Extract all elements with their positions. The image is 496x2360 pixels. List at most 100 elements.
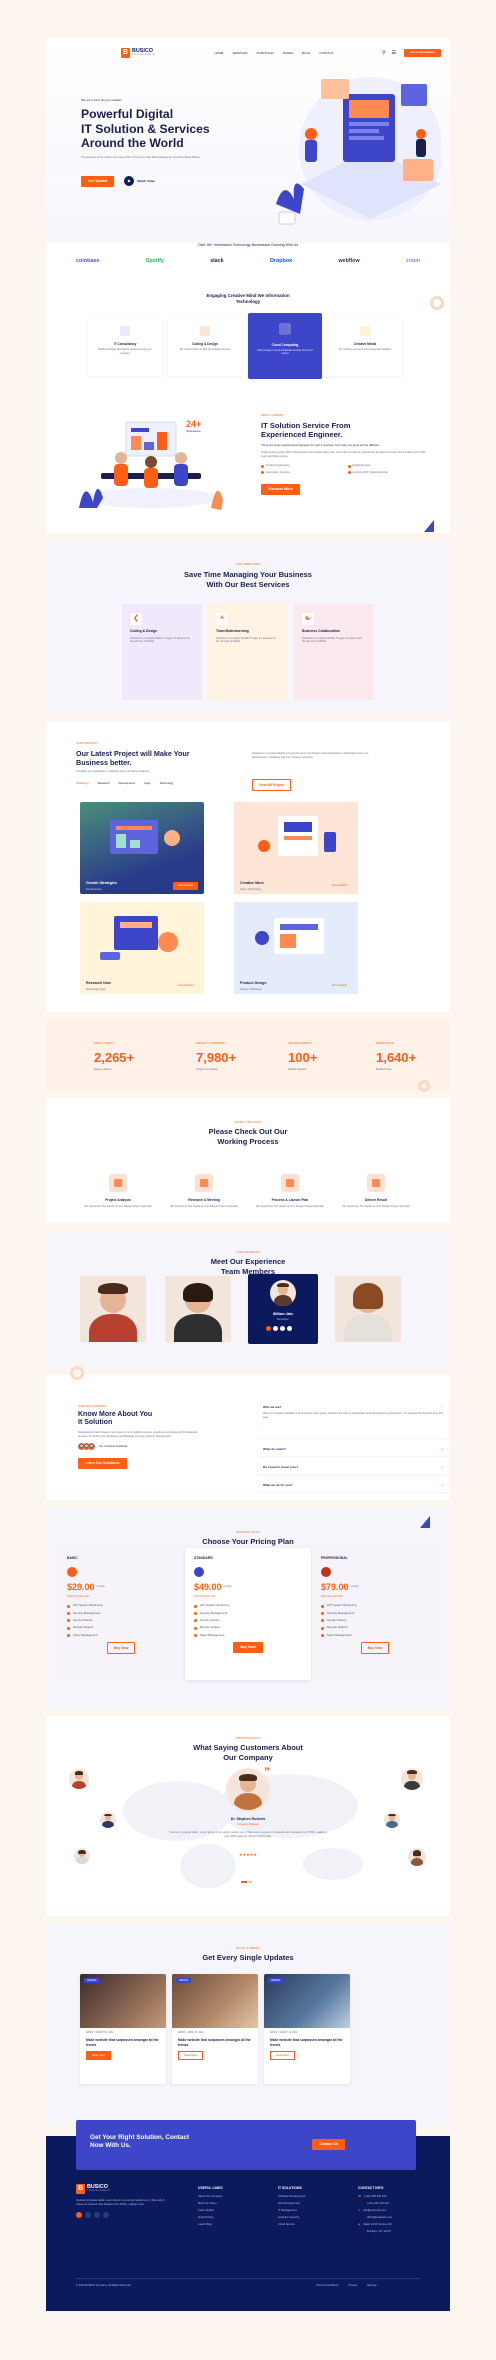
play-icon[interactable]: ▶ bbox=[124, 176, 135, 187]
carousel-dot[interactable] bbox=[249, 1881, 252, 1883]
footer-link[interactable]: Meet Our Team bbox=[198, 2202, 223, 2206]
read-more-button[interactable]: Read More bbox=[178, 2050, 203, 2061]
team-member-4[interactable] bbox=[333, 1276, 403, 1344]
facebook-icon[interactable] bbox=[266, 1326, 271, 1331]
process-step-text: We Customize The Needs of Your Design Pr… bbox=[256, 1205, 324, 1209]
service-card-brainstorming[interactable]: ☀ Team Brainstorming Solutions is comple… bbox=[208, 604, 288, 700]
twitter-icon[interactable] bbox=[85, 2212, 91, 2218]
blog-image: DESIGN bbox=[264, 1974, 350, 2028]
footer-logo-name: BUSICO bbox=[87, 2184, 108, 2191]
nav-portfolio[interactable]: PORTFOLIO bbox=[257, 51, 274, 55]
nav-home[interactable]: HOME bbox=[214, 51, 223, 55]
filter-all-design[interactable]: All Design bbox=[76, 781, 89, 786]
sitemap-link[interactable]: Sitemap bbox=[367, 2284, 377, 2288]
about-list: Product Engineering Digital Services Aut… bbox=[261, 464, 431, 475]
filter-technology[interactable]: Technology bbox=[159, 781, 173, 786]
buy-professional-button[interactable]: Buy Now bbox=[360, 1642, 390, 1655]
blog-card[interactable]: DESIGN ADMIN · APRIL 03, 2022 Make websi… bbox=[172, 1974, 258, 2084]
customer-avatar[interactable] bbox=[100, 1812, 116, 1828]
linkedin-icon[interactable] bbox=[280, 1326, 285, 1331]
consultation-button[interactable]: Get a Consultation bbox=[404, 48, 441, 58]
contact-us-button[interactable]: Contact Us bbox=[312, 2139, 345, 2150]
project-card-product[interactable]: Product Design Design / Marketing View D… bbox=[234, 902, 358, 994]
carousel-dot[interactable] bbox=[241, 1881, 247, 1883]
footer-email-2: office@example.com bbox=[367, 2216, 393, 2220]
nav-services[interactable]: SERVICES bbox=[232, 51, 247, 55]
facebook-icon[interactable] bbox=[76, 2212, 82, 2218]
process-kicker: WORK PROCESS bbox=[234, 1120, 262, 1124]
service-card-collaboration[interactable]: ☯ Business Collaboration Solutions to co… bbox=[294, 604, 374, 700]
footer-logo[interactable]: B BUSICO IT SOLUTION & TECHNOLOGY bbox=[76, 2184, 166, 2194]
team-member-1[interactable] bbox=[78, 1276, 148, 1344]
expand-icon[interactable]: + bbox=[441, 1447, 443, 1451]
watch-video-link[interactable]: Watch Video bbox=[137, 179, 155, 183]
instagram-icon[interactable] bbox=[103, 2212, 109, 2218]
project-details-button[interactable]: View Details bbox=[327, 982, 352, 990]
twitter-icon[interactable] bbox=[273, 1326, 278, 1331]
customer-avatar[interactable] bbox=[384, 1812, 400, 1828]
logo[interactable]: B BUSICO IT SOLUTION & TECHNOLOGY bbox=[121, 48, 155, 58]
terms-link[interactable]: Terms & Conditions bbox=[316, 2284, 339, 2288]
footer-link[interactable]: Web Development bbox=[278, 2202, 305, 2206]
faq-item-open[interactable]: Who we are? − When an Tinplate profitabl… bbox=[258, 1400, 448, 1438]
footer-link[interactable]: IT Management bbox=[278, 2209, 305, 2213]
logo-tagline: IT SOLUTION & TECHNOLOGY bbox=[132, 54, 156, 56]
expand-icon[interactable]: + bbox=[441, 1465, 443, 1469]
blog-card[interactable]: DESIGN ADMIN · MARCH 11, 2022 Make websi… bbox=[264, 1974, 350, 2084]
learn-solutions-button[interactable]: Learn Our Solutions bbox=[78, 1458, 127, 1470]
nav-blog[interactable]: BLOG bbox=[302, 51, 310, 55]
team-member-featured[interactable]: William Jake Developer bbox=[248, 1274, 318, 1344]
feature-card-cloud[interactable]: Cloud Computing Data manager to track a … bbox=[248, 313, 322, 379]
footer-link[interactable]: Software Development bbox=[278, 2195, 305, 2199]
read-more-button[interactable]: Read More bbox=[86, 2050, 111, 2061]
footer-link[interactable]: Latest Blog bbox=[198, 2223, 223, 2227]
project-card-creative[interactable]: Creative Mind Apps / Technology View Det… bbox=[234, 802, 358, 894]
project-details-button[interactable]: View Details bbox=[173, 982, 198, 990]
view-all-projects-button[interactable]: View All Project bbox=[252, 779, 292, 791]
footer-link[interactable]: About Our Company bbox=[198, 2195, 223, 2199]
project-card-growth[interactable]: Growth Strategies Development View Detai… bbox=[80, 802, 204, 894]
project-card-research[interactable]: Research Now Technology Apps View Detail… bbox=[80, 902, 204, 994]
filter-development[interactable]: Development bbox=[119, 781, 135, 786]
faq-item[interactable]: What we do for you? + bbox=[258, 1478, 448, 1492]
read-more-button[interactable]: Read More bbox=[270, 2050, 295, 2061]
feature-card-consultancy[interactable]: IT Consultancy Building Software with wi… bbox=[88, 318, 162, 376]
faq-item[interactable]: Do I need to travel your? + bbox=[258, 1460, 448, 1474]
footer-link[interactable]: Case Studies bbox=[198, 2209, 223, 2213]
project-details-button[interactable]: View Details bbox=[172, 882, 198, 890]
filter-research[interactable]: Research bbox=[98, 781, 110, 786]
linkedin-icon[interactable] bbox=[94, 2212, 100, 2218]
collapse-icon[interactable]: − bbox=[441, 1404, 443, 1409]
customer-avatar[interactable] bbox=[74, 1848, 90, 1864]
buy-standard-button[interactable]: Buy Now bbox=[233, 1642, 263, 1654]
service-card-coding[interactable]: ❮ Coding & Design Solutions to complete … bbox=[122, 604, 202, 700]
pricing-section: PRICING PLAN Choose Your Pricing Plan BA… bbox=[46, 1508, 450, 1708]
blog-card[interactable]: DESIGN ADMIN · MARCH 03, 2022 Make websi… bbox=[80, 1974, 166, 2084]
customer-avatar[interactable] bbox=[401, 1768, 423, 1790]
footer-phone: ☎ (+01) 456 456 456 bbox=[358, 2194, 387, 2198]
discover-more-button[interactable]: Discover More bbox=[261, 483, 300, 495]
project-details-button[interactable]: View Details bbox=[327, 882, 352, 890]
feature-card-coding[interactable]: Coding & Design The Cards of 2021 out Wi… bbox=[168, 318, 242, 376]
footer-link[interactable]: Analytics Security bbox=[278, 2216, 305, 2220]
footer-link[interactable]: Fixed Pricing bbox=[198, 2216, 223, 2220]
nav-pages[interactable]: PAGES bbox=[283, 51, 293, 55]
feature-title: Coding & Design bbox=[192, 342, 218, 346]
faq-item[interactable]: What do I want? + bbox=[258, 1442, 448, 1456]
customer-avatar[interactable] bbox=[68, 1768, 90, 1790]
team-member-2[interactable] bbox=[163, 1276, 233, 1344]
about-text-2: Implementing proper MRIT infrastructure … bbox=[261, 451, 426, 458]
buy-basic-button[interactable]: Buy Now bbox=[106, 1642, 136, 1655]
footer-link[interactable]: Cloud Service bbox=[278, 2223, 305, 2227]
search-icon[interactable]: ⚲ bbox=[382, 50, 386, 57]
customer-avatar[interactable] bbox=[408, 1848, 426, 1866]
menu-icon[interactable]: ☰ bbox=[392, 50, 396, 57]
feature-card-creative[interactable]: Creative Minds We combine a full service… bbox=[328, 318, 402, 376]
nav-contact[interactable]: CONTACT bbox=[319, 51, 333, 55]
instagram-icon[interactable] bbox=[287, 1326, 292, 1331]
get-started-button[interactable]: Get Started bbox=[81, 176, 115, 187]
filter-apps[interactable]: Apps bbox=[144, 781, 150, 786]
expand-icon[interactable]: + bbox=[441, 1483, 443, 1487]
about-title-line-2: Experienced Engineer. bbox=[261, 429, 343, 439]
privacy-link[interactable]: Privacy bbox=[349, 2284, 358, 2288]
